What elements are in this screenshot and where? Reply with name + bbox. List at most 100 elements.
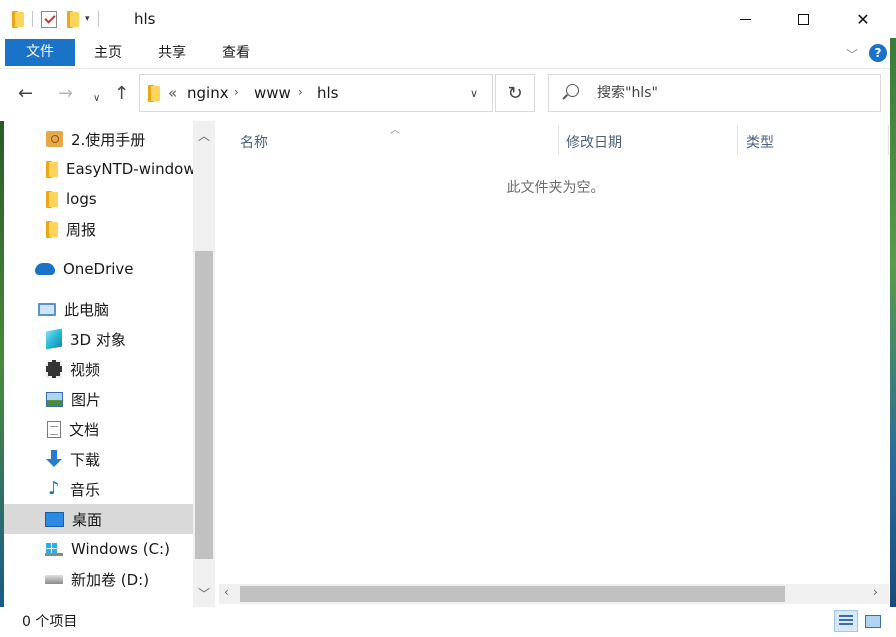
details-view-button[interactable] [834, 610, 858, 632]
sidebar-item-drive-d[interactable]: 新加卷 (D:) [0, 564, 193, 594]
sidebar-item-music[interactable]: ♪ 音乐 [0, 474, 193, 504]
computer-icon [38, 302, 56, 316]
address-dropdown-chevron-icon[interactable]: ∨ [470, 87, 478, 100]
breadcrumb-hls[interactable]: hls [317, 84, 339, 102]
sort-ascending-icon: ︿ [390, 125, 400, 136]
scroll-down-arrow-icon[interactable]: ﹀ [198, 585, 210, 602]
sidebar-item-drive-c[interactable]: Windows (C:) [0, 534, 193, 564]
folder-icon [46, 220, 58, 238]
sidebar-item-label: 周报 [66, 220, 97, 239]
column-divider[interactable] [888, 125, 889, 155]
sidebar-item-label: 3D 对象 [70, 330, 126, 349]
scroll-right-arrow-icon[interactable]: › [873, 585, 878, 599]
help-icon[interactable]: ? [869, 44, 887, 62]
toolbar-separator [97, 11, 99, 27]
column-header-name[interactable]: 名称 [240, 131, 268, 155]
column-divider[interactable] [558, 125, 559, 155]
sidebar-item-weekly-report[interactable]: 周报 [0, 214, 193, 244]
folder-icon [148, 85, 160, 102]
3d-objects-icon [46, 328, 62, 350]
status-bar: 0 个项目 [0, 607, 896, 637]
refresh-icon: ↻ [507, 82, 523, 104]
address-bar[interactable]: « nginx › www › hls ∨ [139, 74, 493, 112]
downloads-icon [46, 450, 62, 468]
sidebar-item-label: 桌面 [72, 510, 103, 529]
folder-icon [46, 190, 58, 208]
column-divider[interactable] [737, 125, 738, 155]
search-icon [566, 84, 579, 97]
desktop-icon [45, 511, 64, 527]
zip-folder-icon [46, 131, 63, 147]
scrollbar-thumb[interactable] [195, 251, 213, 559]
title-bar: ▾ hls ✕ [0, 0, 896, 38]
folder-icon[interactable] [12, 10, 24, 28]
search-box[interactable] [548, 74, 881, 112]
breadcrumb-www[interactable]: www [254, 84, 291, 102]
sidebar-item-label: logs [66, 190, 97, 208]
large-icons-view-button[interactable] [861, 610, 885, 632]
windows-drive-icon [45, 542, 63, 556]
properties-icon[interactable] [41, 10, 57, 28]
scroll-left-arrow-icon[interactable]: ‹ [224, 585, 229, 599]
search-input[interactable] [597, 83, 867, 103]
folder-icon [46, 160, 58, 178]
sidebar-item-downloads[interactable]: 下载 [0, 444, 193, 474]
sidebar-item-onedrive[interactable]: OneDrive [0, 254, 193, 284]
wallpaper-edge [0, 121, 4, 607]
close-button[interactable]: ✕ [834, 0, 892, 38]
sidebar-item-label: OneDrive [63, 260, 134, 278]
documents-icon [47, 420, 61, 438]
refresh-button[interactable]: ↻ [495, 74, 535, 112]
sidebar-item-pictures[interactable]: 图片 [0, 384, 193, 414]
sidebar-item-label: 此电脑 [64, 300, 110, 319]
sidebar-item-manual[interactable]: 2.使用手册 [0, 124, 193, 154]
sidebar-item-label: EasyNTD-windows [66, 160, 193, 178]
sidebar-item-logs[interactable]: logs [0, 184, 193, 214]
sidebar-item-label: 下载 [70, 450, 101, 469]
new-folder-icon[interactable] [67, 10, 79, 28]
tab-file[interactable]: 文件 [5, 39, 75, 66]
drive-icon [45, 574, 63, 584]
navigation-pane: 2.使用手册 EasyNTD-windows logs 周报 OneDrive … [0, 121, 215, 607]
wallpaper-edge [890, 38, 896, 607]
expand-ribbon-chevron-icon[interactable]: ﹀ [846, 46, 858, 63]
maximize-icon [797, 13, 809, 25]
sidebar-item-desktop[interactable]: 桌面 [0, 504, 193, 534]
sidebar-item-this-pc[interactable]: 此电脑 [0, 294, 193, 324]
sidebar-item-label: 新加卷 (D:) [71, 570, 150, 589]
chevron-right-icon[interactable]: › [298, 85, 303, 99]
recent-locations-chevron-icon[interactable]: ∨ [93, 88, 100, 110]
breadcrumb-nginx[interactable]: nginx [187, 84, 229, 102]
maximize-button[interactable] [774, 0, 832, 38]
back-arrow-icon[interactable]: ← [18, 83, 33, 105]
file-list-pane: ︿ 名称 修改日期 类型 此文件夹为空。 ‹ › [215, 121, 896, 607]
breadcrumb-overflow[interactable]: « [168, 84, 177, 102]
horizontal-scrollbar[interactable]: ‹ › [219, 584, 889, 604]
navigation-bar: ← → ∨ ↑ « nginx › www › hls ∨ ↻ [0, 69, 896, 121]
tab-home[interactable]: 主页 [80, 38, 136, 68]
tab-share[interactable]: 共享 [144, 38, 200, 68]
minimize-button[interactable] [716, 0, 774, 38]
close-icon: ✕ [856, 9, 870, 29]
item-count: 0 个项目 [22, 614, 78, 630]
chevron-right-icon[interactable]: › [234, 85, 239, 99]
scroll-up-arrow-icon[interactable]: ︿ [198, 127, 210, 144]
video-icon [46, 360, 62, 378]
sidebar-item-documents[interactable]: 文档 [0, 414, 193, 444]
tab-view[interactable]: 查看 [208, 38, 264, 68]
sidebar-item-easyntd[interactable]: EasyNTD-windows [0, 154, 193, 184]
column-header-type[interactable]: 类型 [746, 131, 774, 155]
minimize-icon [739, 18, 751, 20]
sidebar-item-videos[interactable]: 视频 [0, 354, 193, 384]
sidebar-item-label: 音乐 [70, 480, 101, 499]
sidebar-scrollbar[interactable]: ︿ ﹀ [193, 121, 215, 607]
column-header-date-modified[interactable]: 修改日期 [566, 131, 622, 155]
empty-folder-message: 此文件夹为空。 [506, 180, 605, 196]
customize-toolbar-chevron-icon[interactable]: ▾ [85, 14, 90, 24]
scrollbar-thumb[interactable] [240, 586, 785, 602]
up-arrow-icon[interactable]: ↑ [114, 83, 129, 105]
sidebar-item-3d-objects[interactable]: 3D 对象 [0, 324, 193, 354]
details-view-icon [839, 615, 853, 627]
forward-arrow-icon[interactable]: → [58, 83, 73, 105]
onedrive-icon [35, 263, 55, 275]
